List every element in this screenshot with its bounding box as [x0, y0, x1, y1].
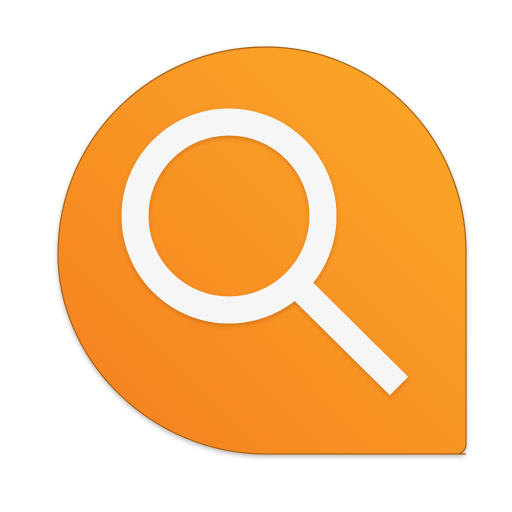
app-icon [0, 0, 512, 512]
search-app-icon [57, 46, 467, 455]
speech-bubble-shape [57, 46, 467, 455]
